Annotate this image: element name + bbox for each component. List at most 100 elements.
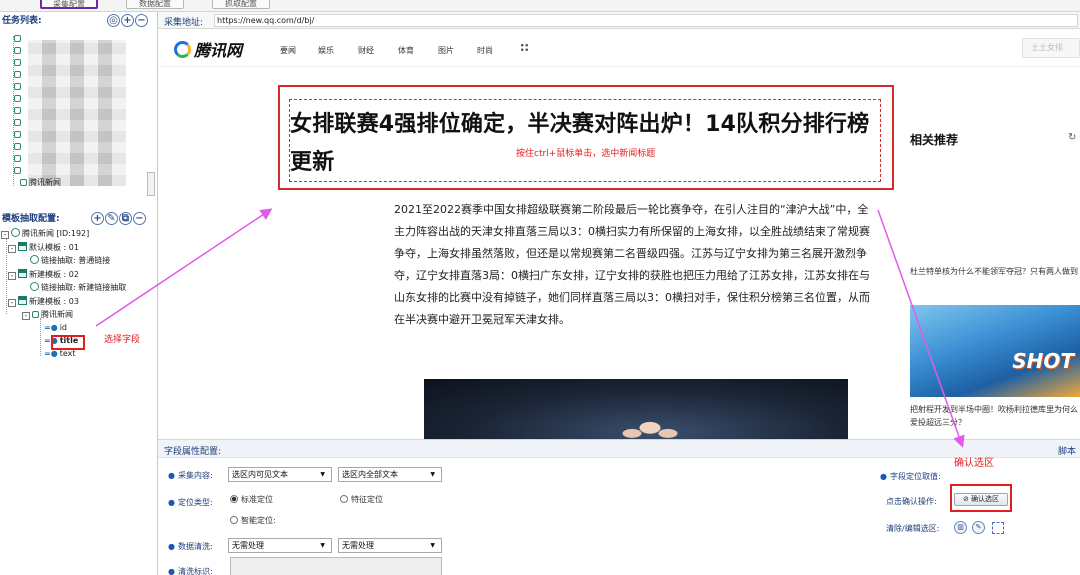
extract-config-header: 模板抽取配置: + ✎ ⧉ − (0, 212, 158, 226)
template-02[interactable]: - 新建模板 : 02 (8, 269, 79, 280)
fetch-config-button[interactable]: 抓取配置 (212, 0, 270, 9)
top-toolbar: 采集配置 数据配置 抓取配置 (0, 0, 1080, 12)
target-icon (11, 228, 20, 237)
ctrl-click-hint: 按住ctrl+鼠标单击，选中新闻标题 (516, 149, 656, 159)
site-logo[interactable]: 腾讯网 (174, 37, 242, 61)
locate-smart-radio[interactable]: 智能定位: (230, 515, 276, 526)
field-text[interactable]: =● text (44, 349, 75, 358)
nav-item[interactable]: 图片 (438, 45, 454, 56)
article-body[interactable]: 2021至2022赛季中国女排超级联赛第二阶段最后一轮比赛争夺，在引人注目的“津… (394, 199, 878, 331)
task-node[interactable] (14, 154, 23, 163)
task-node[interactable] (14, 46, 23, 55)
refresh-icon[interactable]: ↻ (1068, 132, 1076, 143)
collapse-icon[interactable]: - (8, 245, 16, 253)
locate-value-text: 字段定位取值: (889, 472, 941, 481)
edit-icon[interactable]: ✎ (105, 212, 118, 225)
task-node[interactable] (14, 70, 23, 79)
region-select-icon[interactable] (992, 522, 1004, 534)
field-label: id (59, 323, 67, 332)
tree-root[interactable]: - 腾讯新闻 [ID:192] (1, 228, 89, 239)
content-select-1[interactable]: 选区内可见文本 (228, 467, 332, 482)
related-image[interactable]: SHOT (910, 305, 1080, 397)
template-01[interactable]: - 默认模板 : 01 (8, 242, 79, 253)
collapse-icon[interactable]: - (8, 272, 16, 280)
content-label: 采集内容: (177, 471, 213, 480)
collapse-icon[interactable]: - (1, 231, 9, 239)
clean-mark-input[interactable] (230, 557, 442, 575)
radio-icon (230, 516, 238, 524)
task-node-tencent[interactable]: 腾讯新闻 (20, 177, 61, 188)
url-input[interactable]: https://new.qq.com/d/bj/ (214, 14, 1078, 27)
remove-icon[interactable]: − (135, 14, 148, 27)
clean-select-1[interactable]: 无需处理 (228, 538, 332, 553)
confirm-op-label: 点击确认操作: (886, 497, 937, 506)
task-node-icon (14, 143, 21, 150)
tree-guide (40, 318, 41, 356)
add-icon[interactable]: + (91, 212, 104, 225)
copy-icon[interactable]: ⧉ (119, 212, 132, 225)
url-label: 采集地址: (164, 18, 204, 28)
task-node-icon (14, 167, 21, 174)
collapse-icon[interactable]: - (22, 312, 30, 320)
edit-selection-icon[interactable]: ✎ (972, 521, 985, 534)
task-node[interactable] (14, 142, 23, 151)
link-extract-label: 链接抽取: 新建链接抽取 (41, 283, 127, 292)
table-icon (18, 242, 27, 251)
news-headline[interactable]: 女排联赛4强排位确定，半决赛对阵出炉！14队积分排行榜更新 (290, 106, 880, 182)
collect-config-button[interactable]: 采集配置 (40, 0, 98, 9)
field-id[interactable]: =● id (44, 323, 67, 332)
nav-item[interactable]: 娱乐 (318, 45, 334, 56)
task-node[interactable] (14, 82, 23, 91)
nav-item[interactable]: 财经 (358, 45, 374, 56)
task-node[interactable] (14, 58, 23, 67)
template-label: 默认模板 : 01 (29, 243, 79, 252)
site-logo-text: 腾讯网 (194, 41, 243, 60)
content-select-2[interactable]: 选区内全部文本 (338, 467, 442, 482)
related-item[interactable]: 杜兰特单核为什么不能领军夺冠？只有两人做到 (910, 265, 1080, 278)
site-search-input[interactable]: 土土女排 (1022, 38, 1080, 58)
nav-item[interactable]: 要闻 (280, 45, 296, 56)
related-item[interactable]: 把射程开发到半场中圈！吹杨利拉德库里为何么爱投超远三分？ (910, 403, 1080, 429)
add-icon[interactable]: + (121, 14, 134, 27)
task-node[interactable] (14, 166, 23, 175)
task-node-icon (20, 179, 27, 186)
clean-select-2[interactable]: 无需处理 (338, 538, 442, 553)
task-node-icon (14, 155, 21, 162)
task-list-title: 任务列表: (2, 16, 42, 26)
clear-selection-icon[interactable]: ▥ (954, 521, 967, 534)
settings-icon[interactable]: ◎ (107, 14, 120, 27)
site-nav: 腾讯网 要闻 娱乐 财经 体育 图片 时尚 土土女排 (158, 29, 1080, 67)
task-list-scrollbar[interactable] (147, 172, 155, 196)
task-node-icon (14, 119, 21, 126)
data-config-button[interactable]: 数据配置 (126, 0, 184, 9)
template-03[interactable]: - 新建模板 : 03 (8, 296, 79, 307)
task-node[interactable] (14, 106, 23, 115)
task-node-label: 腾讯新闻 (29, 178, 61, 187)
task-node[interactable] (14, 118, 23, 127)
nav-item[interactable]: 时尚 (477, 45, 493, 56)
collapse-icon[interactable]: - (8, 299, 16, 307)
task-node[interactable] (14, 130, 23, 139)
confirm-selection-button[interactable]: ⊘ 确认选区 (954, 493, 1008, 506)
more-grid-icon[interactable] (520, 43, 529, 52)
link-extract-new[interactable]: 链接抽取: 新建链接抽取 (30, 282, 126, 293)
task-node-icon (14, 47, 21, 54)
template-node-tencent[interactable]: - 腾讯新闻 (22, 309, 73, 320)
blurred-task-names (28, 40, 126, 186)
nav-item[interactable]: 体育 (398, 45, 414, 56)
remove-icon[interactable]: − (133, 212, 146, 225)
table-icon (18, 296, 27, 305)
script-link[interactable]: 脚本 (1058, 444, 1076, 457)
locate-feature-radio[interactable]: 特征定位 (340, 494, 383, 505)
task-node[interactable] (14, 94, 23, 103)
link-icon (30, 282, 39, 291)
link-extract-normal[interactable]: 链接抽取: 普通链接 (30, 255, 110, 266)
select-field-note: 选择字段 (104, 335, 141, 345)
field-label: text (59, 349, 76, 358)
locate-standard-radio[interactable]: 标准定位 (230, 494, 273, 505)
check-icon: ⊘ (962, 495, 972, 503)
tree-guide (6, 234, 7, 314)
task-node[interactable] (14, 34, 23, 43)
article-photo (424, 379, 848, 439)
radio-label: 特征定位 (351, 495, 383, 504)
